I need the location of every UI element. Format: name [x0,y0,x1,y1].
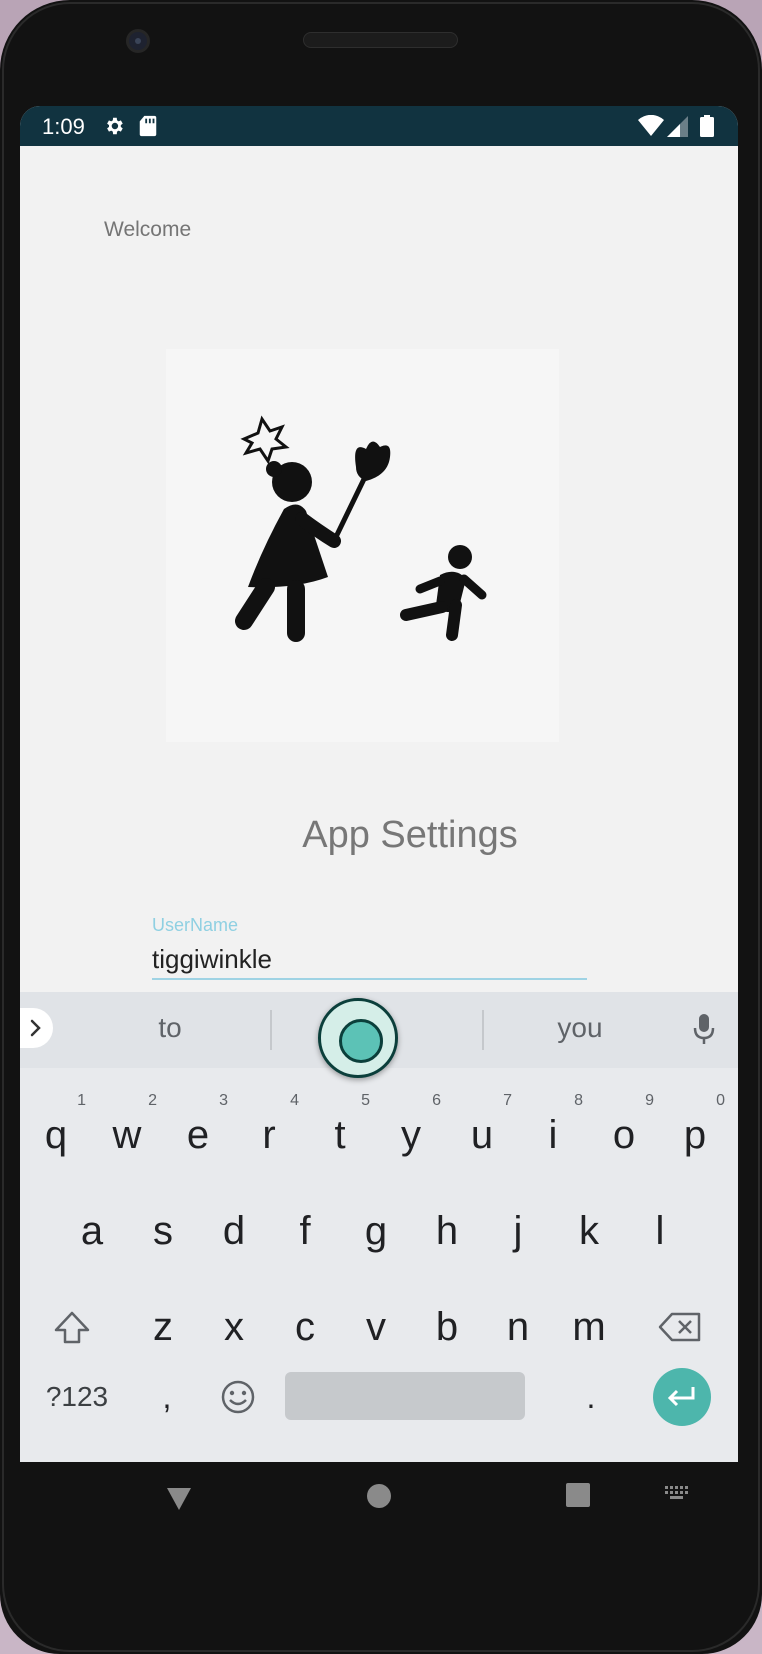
screen: 1:09 Welcome App Settings UserName tiggi… [20,106,738,1538]
app-illustration [166,349,559,742]
signal-icon [666,115,688,142]
key-d[interactable]: d [200,1188,268,1274]
key-e[interactable]: e3 [164,1092,232,1178]
suggestion-divider [270,1010,272,1050]
key-w[interactable]: w2 [93,1092,161,1178]
page-title: App Settings [302,814,518,856]
gear-icon [103,115,125,142]
comma-key[interactable]: , [133,1354,201,1440]
key-a[interactable]: a [58,1188,126,1274]
key-c[interactable]: c [271,1284,339,1370]
symbols-key[interactable]: ?123 [40,1354,114,1440]
keyboard-switch-icon[interactable] [663,1482,693,1511]
username-input[interactable] [152,940,587,980]
enter-key[interactable] [653,1368,711,1426]
sd-card-icon [138,115,158,142]
back-icon[interactable] [164,1482,194,1517]
key-s[interactable]: s [129,1188,197,1274]
backspace-icon [658,1312,701,1342]
phone-frame: 1:09 Welcome App Settings UserName tiggi… [0,0,762,1654]
key-r[interactable]: r4 [235,1092,303,1178]
welcome-text: Welcome [104,218,192,241]
soft-keyboard: to I you q1 w2 e3 r4 t5 y6 u7 i8 o9 p0 [20,992,738,1462]
key-j[interactable]: j [484,1188,552,1274]
status-time: 1:09 [42,114,85,139]
home-icon[interactable] [365,1482,393,1515]
emoji-icon [221,1380,255,1414]
key-o[interactable]: o9 [590,1092,658,1178]
key-t[interactable]: t5 [306,1092,374,1178]
suggestion-expand-button[interactable] [20,1008,53,1048]
key-b[interactable]: b [413,1284,481,1370]
mother-chasing-child-icon [235,415,487,642]
key-n[interactable]: n [484,1284,552,1370]
key-h[interactable]: h [413,1188,481,1274]
status-bar: 1:09 [20,106,738,146]
enter-icon [667,1387,695,1407]
emoji-key[interactable] [204,1354,272,1440]
wifi-icon [638,114,664,142]
key-g[interactable]: g [342,1188,410,1274]
key-l[interactable]: l [626,1188,694,1274]
recents-icon[interactable] [565,1482,591,1513]
key-p[interactable]: p0 [661,1092,729,1178]
suggestion-1[interactable]: to [80,1012,260,1044]
battery-icon [700,115,714,142]
backspace-key[interactable] [646,1284,714,1370]
suggestion-divider [482,1010,484,1050]
suggestion-strip: to I you [20,992,738,1078]
username-label: UserName [152,915,239,935]
key-y[interactable]: y6 [377,1092,445,1178]
chevron-right-icon [30,1019,41,1037]
front-camera [126,29,150,53]
key-q[interactable]: q1 [22,1092,90,1178]
key-f[interactable]: f [271,1188,339,1274]
key-u[interactable]: u7 [448,1092,516,1178]
space-bar[interactable] [285,1372,525,1420]
earpiece-speaker [303,32,458,48]
key-v[interactable]: v [342,1284,410,1370]
microphone-icon[interactable] [692,1012,716,1053]
key-i[interactable]: i8 [519,1092,587,1178]
period-key[interactable]: . [557,1354,625,1440]
shift-icon [54,1311,90,1344]
touch-indicator [318,998,398,1078]
key-k[interactable]: k [555,1188,623,1274]
navigation-bar [20,1462,738,1538]
suggestion-3[interactable]: you [490,1012,670,1044]
